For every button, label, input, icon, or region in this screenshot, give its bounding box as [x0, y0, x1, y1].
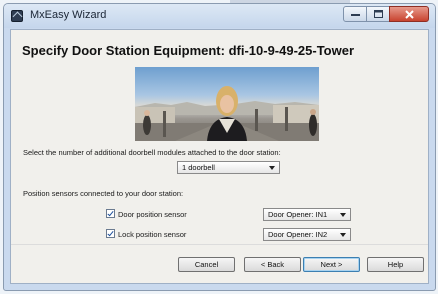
- minimize-button[interactable]: [343, 6, 367, 22]
- chevron-down-icon: [340, 213, 346, 217]
- window-controls: [343, 6, 429, 22]
- page-title: Specify Door Station Equipment: dfi-10-9…: [22, 43, 355, 58]
- close-icon: [404, 9, 414, 19]
- camera-preview-image: [135, 67, 319, 141]
- lock-position-input-dropdown[interactable]: Door Opener: IN2: [263, 228, 351, 241]
- close-button[interactable]: [389, 6, 429, 22]
- doorbell-count-dropdown[interactable]: 1 doorbell: [177, 161, 280, 174]
- chevron-down-icon: [269, 166, 275, 170]
- doorbell-prompt: Select the number of additional doorbell…: [23, 148, 281, 157]
- minimize-icon: [350, 14, 360, 16]
- door-position-label: Door position sensor: [118, 210, 187, 219]
- title-bar[interactable]: MxEasy Wizard: [4, 4, 435, 28]
- button-bar: Cancel < Back Next > Help: [11, 244, 428, 283]
- wizard-content: Specify Door Station Equipment: dfi-10-9…: [10, 29, 429, 284]
- door-position-checkbox[interactable]: [106, 209, 115, 218]
- lock-position-checkbox[interactable]: [106, 229, 115, 238]
- cancel-button[interactable]: Cancel: [178, 257, 235, 272]
- door-position-input-value: Door Opener: IN1: [268, 210, 328, 219]
- doorbell-count-value: 1 doorbell: [182, 163, 215, 172]
- help-button[interactable]: Help: [367, 257, 424, 272]
- window-title: MxEasy Wizard: [30, 9, 107, 21]
- next-button[interactable]: Next >: [303, 257, 360, 272]
- wizard-window: MxEasy Wizard Specify Door Station Equip…: [3, 3, 436, 291]
- chevron-down-icon: [340, 233, 346, 237]
- back-button[interactable]: < Back: [244, 257, 301, 272]
- door-position-input-dropdown[interactable]: Door Opener: IN1: [263, 208, 351, 221]
- app-icon: [11, 10, 23, 22]
- lock-position-input-value: Door Opener: IN2: [268, 230, 328, 239]
- maximize-button[interactable]: [366, 6, 390, 22]
- maximize-icon: [373, 10, 383, 18]
- lock-position-label: Lock position sensor: [118, 230, 187, 239]
- camera-preview-graphic: [135, 86, 319, 141]
- sensors-prompt: Position sensors connected to your door …: [23, 189, 184, 198]
